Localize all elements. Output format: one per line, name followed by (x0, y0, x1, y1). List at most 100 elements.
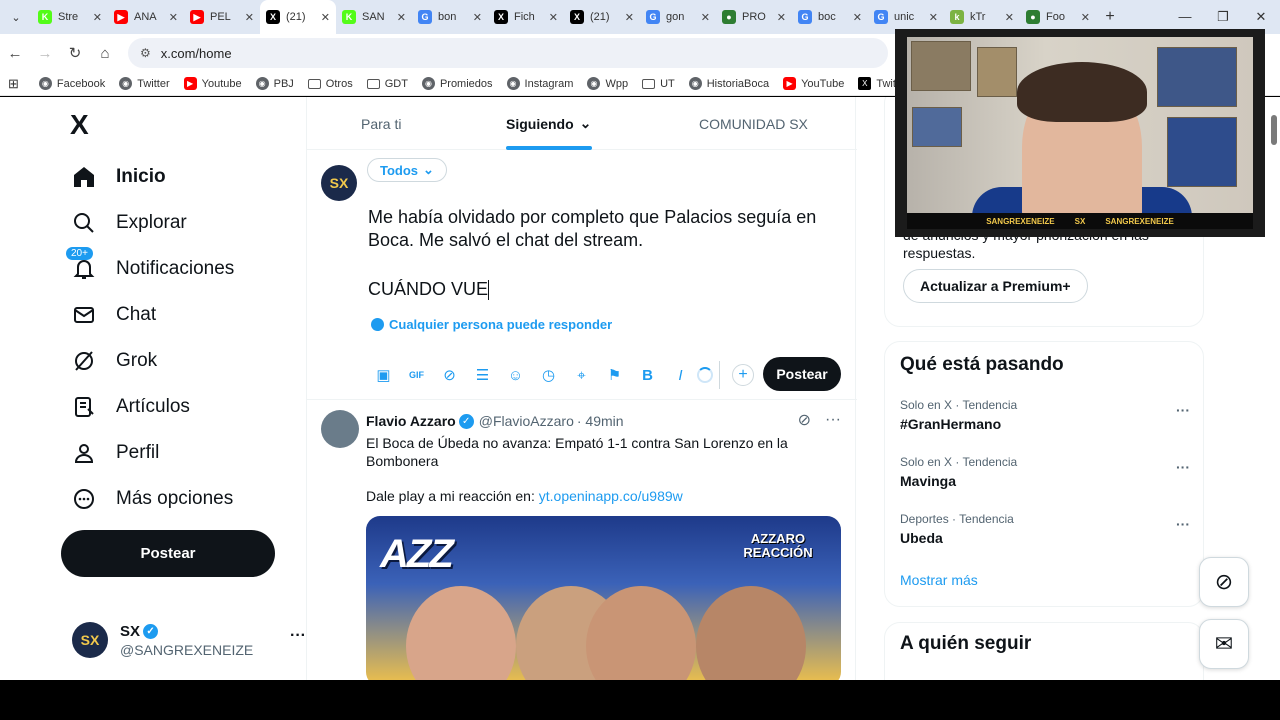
add-post-icon[interactable]: + (732, 364, 754, 386)
bookmark-item[interactable]: ◉ Twitter (119, 77, 170, 90)
nav-item-perfil[interactable]: Perfil (72, 433, 159, 473)
tweet-time[interactable]: · 49min (577, 413, 624, 429)
tab-close-icon[interactable]: ✕ (853, 11, 862, 24)
browser-tab[interactable]: Gbon ✕ (412, 0, 488, 34)
bookmark-item[interactable]: ▶ Youtube (183, 77, 242, 90)
tab-search-icon[interactable]: ⌄ (0, 0, 32, 34)
composer-post-button[interactable]: Postear (763, 357, 841, 391)
browser-tab[interactable]: K Stre ✕ (32, 0, 108, 34)
browser-tab[interactable]: Ggon ✕ (640, 0, 716, 34)
browser-tab[interactable]: ● PRO ✕ (716, 0, 792, 34)
tweet-link[interactable]: yt.openinapp.co/u989w (539, 488, 683, 504)
poll-icon[interactable]: ☰ (466, 365, 499, 385)
url-field[interactable]: ⚙ x.com/home (128, 38, 888, 68)
tab-close-icon[interactable]: ✕ (701, 11, 710, 24)
trend-item[interactable]: Solo en X · Tendencia #GranHermano ··· (900, 398, 1190, 432)
account-name: SX (120, 622, 141, 640)
scrollbar[interactable] (1268, 97, 1280, 680)
bookmark-item[interactable]: Otros (307, 77, 353, 90)
italic-icon[interactable]: I (664, 365, 697, 385)
avatar[interactable] (321, 410, 359, 448)
nav-item-explorar[interactable]: Explorar (72, 203, 187, 243)
bookmark-item[interactable]: ◉ Promiedos (421, 77, 493, 90)
messages-floating-icon[interactable]: ✉ (1199, 619, 1249, 669)
grok-icon[interactable]: ⊘ (798, 410, 811, 430)
tab-close-icon[interactable]: ✕ (93, 11, 102, 24)
nav-item-notificaciones[interactable]: 20+ Notificaciones (66, 247, 234, 289)
more-dots-icon[interactable]: ··· (290, 627, 306, 645)
flag-icon[interactable]: ⚑ (598, 365, 631, 385)
home-browser-icon[interactable]: ⌂ (90, 45, 120, 62)
location-icon[interactable]: ⌖ (565, 365, 598, 385)
emoji-icon[interactable]: ☺ (499, 365, 532, 385)
tweet-media-image[interactable]: AZZ AZZARO REACCIÓN (366, 516, 841, 680)
more-dots-icon[interactable]: ··· (825, 411, 841, 429)
tab-close-icon[interactable]: ✕ (1081, 11, 1090, 24)
more-dots-icon[interactable]: ··· (1176, 402, 1190, 418)
bookmark-item[interactable]: UT (642, 77, 675, 90)
post-button[interactable]: Postear (61, 530, 275, 577)
grok-icon[interactable]: ⊘ (433, 365, 466, 385)
trend-item[interactable]: Solo en X · Tendencia Mavinga ··· (900, 455, 1190, 489)
tab-close-icon[interactable]: ✕ (1005, 11, 1014, 24)
nav-item-grok[interactable]: Grok (72, 341, 157, 381)
nav-item-articulos[interactable]: Artículos (72, 387, 190, 427)
reload-icon[interactable]: ↻ (60, 44, 90, 62)
premium-upgrade-button[interactable]: Actualizar a Premium+ (903, 269, 1088, 303)
browser-tab[interactable]: X (21) ✕ (564, 0, 640, 34)
scrollbar-thumb[interactable] (1271, 115, 1277, 145)
tab-close-icon[interactable]: ✕ (169, 11, 178, 24)
banner-logo: SX (1074, 216, 1086, 226)
tab-close-icon[interactable]: ✕ (321, 11, 330, 24)
composer-textarea[interactable]: Me había olvidado por completo que Palac… (368, 206, 838, 252)
tab-close-icon[interactable]: ✕ (777, 11, 786, 24)
tab-close-icon[interactable]: ✕ (549, 11, 558, 24)
tab-close-icon[interactable]: ✕ (625, 11, 634, 24)
browser-tab[interactable]: Gboc ✕ (792, 0, 868, 34)
browser-tab[interactable]: ▶ PEL ✕ (184, 0, 260, 34)
tweet-author-name[interactable]: Flavio Azzaro (366, 413, 456, 429)
bookmark-item[interactable]: ▶ YouTube (783, 77, 844, 90)
media-icon[interactable]: ▣ (367, 365, 400, 385)
bold-icon[interactable]: B (631, 365, 664, 385)
schedule-icon[interactable]: ◷ (532, 365, 565, 385)
tab-para-ti[interactable]: Para ti (361, 97, 401, 150)
account-switcher[interactable]: SX SX ✓ @SANGREXENEIZE ··· (72, 617, 306, 663)
audience-selector[interactable]: Todos ⌄ (367, 158, 447, 182)
site-info-icon[interactable]: ⚙ (140, 46, 151, 60)
apps-grid-icon[interactable]: ⊞ (8, 76, 19, 92)
nav-item-chat[interactable]: Chat (72, 295, 156, 335)
bookmark-item[interactable]: GDT (366, 77, 408, 90)
bookmark-item[interactable]: ◉ PBJ (255, 77, 294, 90)
bookmark-item[interactable]: ◉ Wpp (587, 77, 628, 90)
browser-tab[interactable]: X Fich ✕ (488, 0, 564, 34)
bookmark-item[interactable]: ◉ HistoriaBoca (688, 77, 769, 90)
bookmark-item[interactable]: ◉ Facebook (38, 77, 105, 90)
more-dots-icon[interactable]: ··· (1176, 516, 1190, 532)
back-icon[interactable]: ← (0, 45, 30, 62)
tab-close-icon[interactable]: ✕ (473, 11, 482, 24)
more-dots-icon[interactable]: ··· (1176, 459, 1190, 475)
new-tab-button[interactable]: + (1096, 8, 1124, 26)
reply-setting-button[interactable]: Cualquier persona puede responder (371, 317, 612, 332)
composer-textarea-line[interactable]: CUÁNDO VUE (368, 279, 490, 301)
tweet-card[interactable]: Flavio Azzaro ✓ @FlavioAzzaro · 49min ⊘ … (307, 400, 857, 680)
bookmark-item[interactable]: ◉ Instagram (506, 77, 573, 90)
nav-item-inicio[interactable]: Inicio (72, 157, 166, 197)
forward-icon[interactable]: → (30, 45, 60, 62)
browser-tab[interactable]: K SAN ✕ (336, 0, 412, 34)
tweet-author-handle[interactable]: @FlavioAzzaro (479, 413, 574, 429)
grok-floating-icon[interactable]: ⊘ (1199, 557, 1249, 607)
browser-tab[interactable]: ▶ ANA ✕ (108, 0, 184, 34)
x-logo[interactable]: X (70, 109, 89, 141)
tab-siguiendo[interactable]: Siguiendo ⌄ (506, 97, 592, 150)
browser-tab[interactable]: X (21) ✕ (260, 0, 336, 34)
tab-close-icon[interactable]: ✕ (245, 11, 254, 24)
tab-close-icon[interactable]: ✕ (397, 11, 406, 24)
trend-item[interactable]: Deportes · Tendencia Ubeda ··· (900, 512, 1190, 546)
tab-comunidad-sx[interactable]: COMUNIDAD SX (699, 97, 808, 150)
tab-close-icon[interactable]: ✕ (929, 11, 938, 24)
gif-icon[interactable]: GIF (400, 365, 433, 385)
nav-item-mas-opciones[interactable]: Más opciones (72, 479, 233, 519)
show-more-link[interactable]: Mostrar más (900, 572, 978, 588)
